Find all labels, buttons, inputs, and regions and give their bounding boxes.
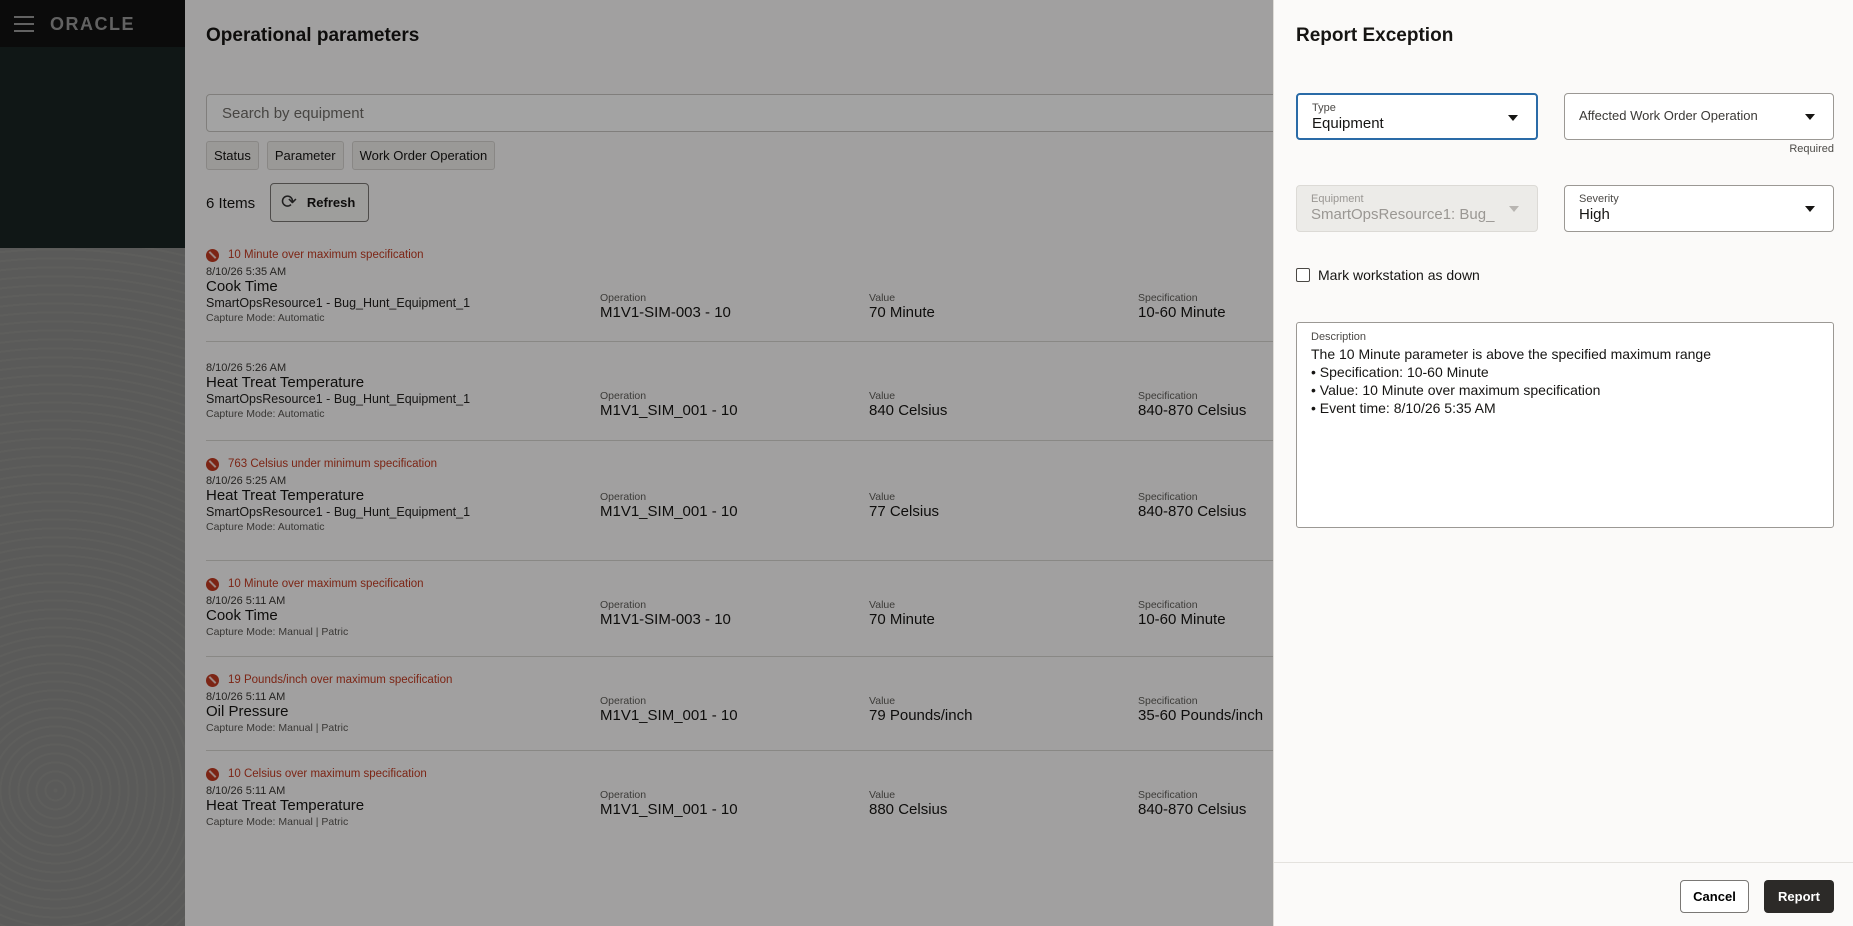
severity-value: High [1579, 206, 1610, 223]
description-field[interactable]: Description The 10 Minute parameter is a… [1296, 322, 1834, 528]
type-select[interactable]: Type Equipment [1296, 93, 1538, 140]
affected-work-order-select[interactable]: Affected Work Order Operation [1564, 93, 1834, 140]
type-label: Type [1312, 102, 1336, 114]
chevron-down-icon [1805, 114, 1815, 120]
report-exception-drawer: Report Exception Type Equipment Affected… [1273, 0, 1853, 926]
mark-workstation-down-label[interactable]: Mark workstation as down [1318, 267, 1480, 283]
required-hint: Required [1789, 143, 1834, 155]
cancel-button[interactable]: Cancel [1680, 880, 1749, 913]
severity-select[interactable]: Severity High [1564, 185, 1834, 232]
chevron-down-icon [1805, 206, 1815, 212]
description-text: The 10 Minute parameter is above the spe… [1311, 346, 1711, 416]
chevron-down-icon [1509, 206, 1519, 212]
equipment-value: SmartOpsResource1: Bug_ [1311, 206, 1495, 223]
modal-scrim[interactable] [0, 0, 1273, 926]
severity-label: Severity [1579, 193, 1619, 205]
description-label: Description [1311, 331, 1367, 343]
affected-work-order-placeholder: Affected Work Order Operation [1579, 108, 1758, 123]
equipment-label: Equipment [1311, 193, 1364, 205]
equipment-select: Equipment SmartOpsResource1: Bug_ [1296, 185, 1538, 232]
mark-workstation-down-row: Mark workstation as down [1296, 267, 1480, 283]
type-value: Equipment [1312, 115, 1384, 132]
report-button[interactable]: Report [1764, 880, 1834, 913]
mark-workstation-down-checkbox[interactable] [1296, 268, 1310, 282]
chevron-down-icon [1508, 115, 1518, 121]
drawer-title: Report Exception [1296, 25, 1454, 46]
